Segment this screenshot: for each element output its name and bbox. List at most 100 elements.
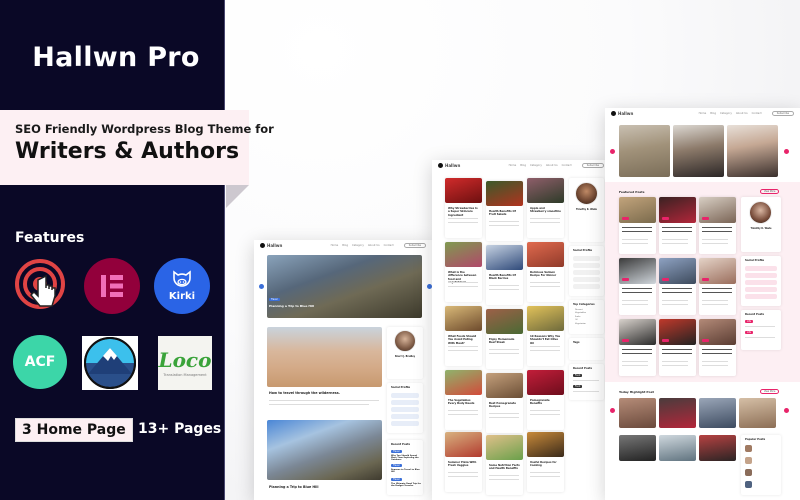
post-title: How to travel through the wilderness. — [269, 391, 340, 395]
post-card[interactable]: Apple and Strawberry smoothie — [527, 178, 564, 238]
post-card[interactable]: The Vegetables Every Body Needs — [445, 370, 482, 430]
highlight-image — [699, 398, 736, 428]
pages-count: 13+ Pages — [138, 421, 222, 437]
post-card[interactable]: Best Pomegranate Recipes — [486, 373, 523, 433]
post-image — [527, 178, 564, 203]
mock-logo: Hallwn — [611, 110, 633, 116]
slider-prev-button[interactable] — [259, 284, 264, 289]
text-line — [622, 365, 648, 366]
text-line — [662, 288, 692, 289]
excerpt-line — [530, 286, 560, 287]
excerpt-line — [489, 353, 519, 354]
post-card[interactable]: Why Strawberries Is a Super Skincare Ing… — [445, 178, 482, 238]
featured-title: Featured Posts — [619, 190, 645, 194]
text-line — [622, 300, 648, 301]
post-title: Apple and Strawberry smoothie — [530, 207, 561, 214]
home-pages-badge: 3 Home Page — [15, 418, 133, 442]
post-card[interactable] — [699, 319, 736, 376]
post-image — [445, 178, 482, 203]
highlight-title: Today Highlight Post — [619, 390, 654, 394]
slider-next-button[interactable] — [784, 149, 789, 154]
hero-image — [267, 255, 422, 318]
category-tag — [662, 217, 669, 220]
loco-label: Loco — [158, 347, 212, 372]
post-card[interactable]: Delicious Salmon Recipe For Dinner — [527, 242, 564, 302]
post-card[interactable] — [619, 197, 656, 254]
mock-menu: Home Blog Category About Us Contact — [330, 243, 394, 247]
post-card[interactable]: Enjoy Homemade Beef Steak — [486, 309, 523, 369]
text-line — [662, 300, 688, 301]
slider-image — [673, 125, 724, 177]
category-tag — [702, 278, 709, 281]
post-image — [527, 306, 564, 331]
author-widget: Sherri J. Bradley — [387, 327, 423, 379]
text-line — [702, 243, 728, 244]
post-title: 10 Reasons Why You Shouldn't Eat Olive O… — [530, 335, 561, 345]
view-more-button[interactable]: View More — [760, 389, 780, 394]
excerpt-line — [489, 225, 519, 226]
category-tag — [622, 339, 629, 342]
view-more-button[interactable]: View More — [760, 189, 780, 194]
tagline-headline: Writers & Authors — [15, 139, 240, 164]
text-line — [622, 239, 648, 240]
features-heading: Features — [15, 230, 85, 246]
post-title: Delicious Salmon Recipe For Dinner — [530, 271, 557, 278]
post-card[interactable]: Some Nutrition Facts and Health Benefits — [486, 435, 523, 495]
excerpt-line — [489, 475, 519, 476]
post-card[interactable] — [659, 197, 696, 254]
recent-widget: Recent Posts Food Food — [569, 364, 604, 400]
post-card[interactable]: Summer Pizza With Fresh Veggies — [445, 432, 482, 492]
post-card[interactable] — [659, 319, 696, 376]
slider-image — [727, 125, 778, 177]
post-card[interactable] — [619, 319, 656, 376]
post-card[interactable] — [699, 197, 736, 254]
post-image — [527, 370, 564, 395]
post-card[interactable] — [699, 258, 736, 315]
text-line — [622, 243, 648, 244]
text-line — [662, 353, 692, 354]
post-image — [445, 306, 482, 331]
post-card[interactable]: 10 Reasons Why You Shouldn't Eat Olive O… — [527, 306, 564, 366]
post-card[interactable] — [659, 258, 696, 315]
text-line — [662, 227, 692, 228]
category-tag — [622, 278, 629, 281]
mock-logo: Hallwn — [438, 162, 460, 168]
post-title: Health Benefits Of Fruit Salads — [489, 210, 516, 217]
post-card[interactable]: What Foods Should You Avoid Eating With … — [445, 306, 482, 366]
text-line — [702, 231, 732, 232]
post-card[interactable]: Pomegranate Benefits — [527, 370, 564, 430]
excerpt-line — [489, 413, 519, 414]
text-line — [702, 288, 732, 289]
post-image — [445, 370, 482, 395]
tagline-ribbon: SEO Friendly Wordpress Blog Theme for Wr… — [0, 110, 274, 185]
social-widget: Social Profile — [741, 256, 781, 306]
highlight-next-button[interactable] — [784, 408, 789, 413]
post-card[interactable]: Health Benefits Of Black Berries — [486, 245, 523, 305]
excerpt-line — [489, 289, 519, 290]
slider-prev-button[interactable] — [610, 149, 615, 154]
acf-icon: ACF — [13, 335, 67, 389]
highlight-image — [619, 398, 656, 428]
text-line — [622, 361, 648, 362]
post-image — [445, 432, 482, 457]
highlight-prev-button[interactable] — [610, 408, 615, 413]
excerpt-line — [448, 222, 478, 223]
text-line — [662, 243, 688, 244]
post-card[interactable] — [619, 258, 656, 315]
text-line — [622, 231, 652, 232]
post-title: Summer Pizza With Fresh Veggies — [448, 461, 477, 468]
excerpt-line — [489, 349, 519, 350]
mock-subscribe: Subscribe — [403, 242, 426, 248]
excerpt-line — [448, 414, 478, 415]
post-title: Useful Recipes for Cooking — [530, 461, 557, 468]
excerpt-line — [448, 476, 478, 477]
text-line — [622, 304, 648, 305]
post-card[interactable]: What is the difference between food and … — [445, 242, 482, 302]
excerpt-line — [530, 222, 560, 223]
post-card[interactable]: Health Benefits Of Fruit Salads — [486, 181, 523, 241]
featured-section: Featured Posts View More Timothy K. Wade… — [605, 182, 800, 382]
category-tag — [662, 278, 669, 281]
post-title: Pomegranate Benefits — [530, 399, 550, 406]
post-card[interactable]: Useful Recipes for Cooking — [527, 432, 564, 492]
recent-widget: Recent Posts Travel Why You Should Spend… — [387, 440, 423, 495]
